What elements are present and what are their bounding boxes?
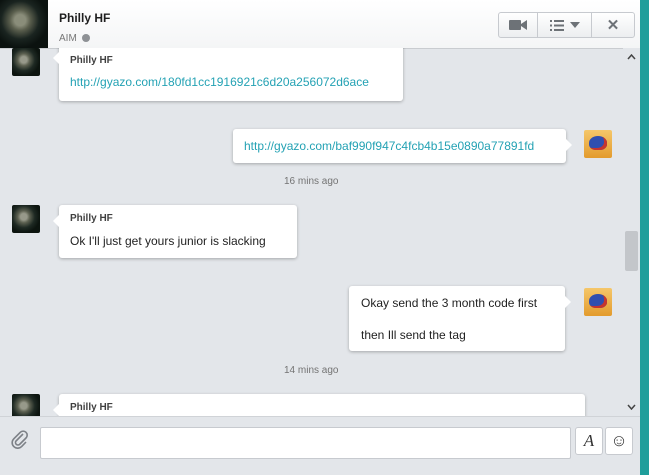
chat-header: Philly HF AIM ✕ — [0, 0, 640, 49]
close-icon: ✕ — [606, 17, 620, 34]
service-label: AIM — [59, 33, 77, 44]
message-composer: A ☺ — [0, 416, 640, 475]
contact-name[interactable]: Philly HF — [59, 11, 110, 25]
attach-button[interactable] — [10, 429, 30, 455]
list-menu-icon — [549, 19, 564, 31]
message-sender: Philly HF — [70, 402, 113, 413]
chevron-down-icon — [569, 22, 580, 28]
video-call-button[interactable] — [499, 13, 538, 37]
message-text: then Ill send the tag — [361, 328, 466, 342]
chat-window: Philly HF AIM ✕ Philly HF http://gyazo.c… — [0, 0, 640, 475]
sender-avatar[interactable] — [12, 48, 40, 76]
message-text: Ok I'll just get yours junior is slackin… — [70, 234, 266, 248]
video-camera-icon — [509, 20, 527, 30]
status-indicator — [82, 34, 90, 42]
paperclip-icon — [11, 430, 28, 449]
message-list: Philly HF http://gyazo.com/180fd1cc19169… — [0, 48, 623, 416]
scroll-down-arrow[interactable] — [623, 400, 640, 414]
message-timestamp: 14 mins ago — [284, 365, 339, 376]
contact-avatar[interactable] — [0, 0, 48, 48]
smiley-icon: ☺ — [610, 431, 628, 450]
message-bubble: Philly HF Ok I'll just get yours junior … — [53, 205, 297, 258]
options-menu-button[interactable] — [538, 13, 592, 37]
self-avatar[interactable] — [584, 288, 612, 316]
message-bubble: Philly HF http://gyazo.com/180fd1cc19169… — [53, 48, 403, 101]
background-strip — [640, 0, 649, 475]
close-button[interactable]: ✕ — [592, 13, 634, 37]
sender-avatar[interactable] — [12, 205, 40, 233]
message-text: Okay send the 3 month code first — [361, 296, 538, 310]
message-sender: Philly HF — [70, 213, 113, 224]
chevron-down-icon — [627, 404, 636, 410]
message-link[interactable]: http://gyazo.com/baf990f947c4fcb4b15e089… — [244, 139, 534, 153]
message-timestamp: 16 mins ago — [284, 176, 339, 187]
scroll-thumb[interactable] — [625, 231, 638, 271]
message-sender: Philly HF — [70, 55, 113, 66]
self-avatar[interactable] — [584, 130, 612, 158]
message-link[interactable]: http://gyazo.com/180fd1cc1916921c6d20a25… — [70, 75, 369, 89]
message-bubble: http://gyazo.com/baf990f947c4fcb4b15e089… — [233, 129, 572, 163]
sender-avatar[interactable] — [12, 394, 40, 416]
scroll-up-arrow[interactable] — [623, 50, 640, 64]
chevron-up-icon — [627, 54, 636, 60]
header-button-group: ✕ — [498, 12, 635, 38]
emoji-button[interactable]: ☺ — [605, 427, 633, 455]
message-scrollbar[interactable] — [623, 48, 640, 416]
message-bubble: Philly HF — [53, 394, 585, 416]
message-input[interactable] — [40, 427, 571, 459]
format-text-button[interactable]: A — [575, 427, 603, 455]
message-bubble: Okay send the 3 month code first then Il… — [349, 286, 571, 351]
